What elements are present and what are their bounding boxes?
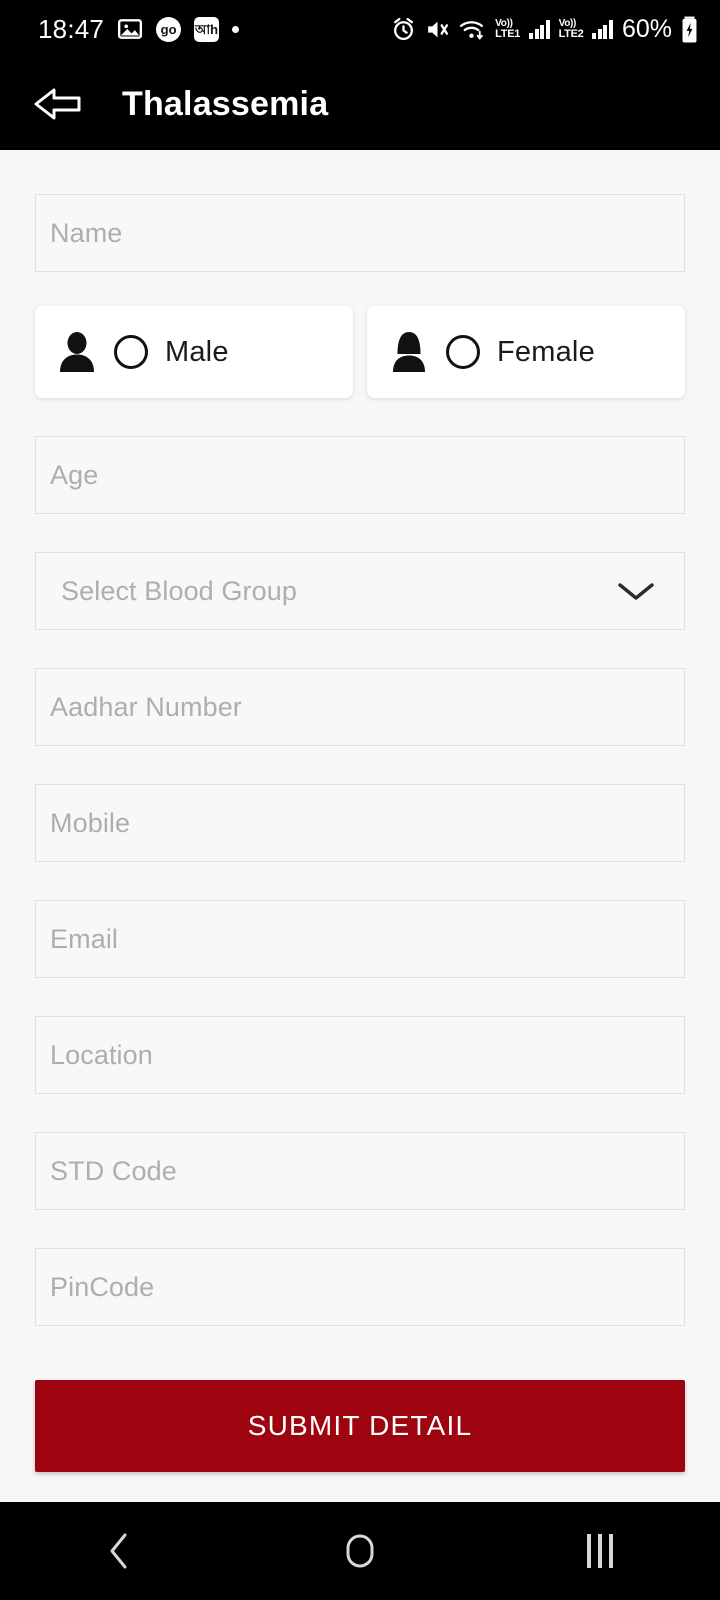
gender-option-female[interactable]: Female [367, 306, 685, 398]
age-placeholder: Age [50, 459, 99, 490]
android-navigation-bar [0, 1502, 720, 1600]
aadhar-number-field[interactable]: Aadhar Number [35, 668, 685, 746]
mute-icon [425, 17, 450, 42]
status-bar: 18:47 go আh Vo)) LTE1 Vo)) LTE2 60% [0, 0, 720, 58]
chevron-down-icon[interactable] [614, 577, 658, 605]
form-content: Name Male Female Age Select Blood Group … [0, 150, 720, 1502]
gender-selector: Male Female [35, 306, 685, 398]
nav-back-icon[interactable] [50, 1502, 190, 1600]
volte2-bottom-label: LTE2 [558, 27, 584, 40]
volte2-top-label: Vo)) [558, 17, 577, 29]
nav-recents-icon[interactable] [530, 1502, 670, 1600]
submit-detail-button[interactable]: SUBMIT DETAIL [35, 1380, 685, 1472]
volte2-icon: Vo)) LTE2 [558, 17, 584, 40]
wifi-icon [459, 17, 486, 42]
pincode-placeholder: PinCode [50, 1271, 155, 1302]
alarm-icon [391, 17, 416, 42]
submit-button-container: SUBMIT DETAIL [35, 1380, 685, 1502]
gender-option-male[interactable]: Male [35, 306, 353, 398]
male-radio-button[interactable] [114, 335, 148, 369]
male-label: Male [165, 335, 229, 368]
volte1-top-label: Vo)) [495, 17, 513, 29]
gallery-icon [117, 16, 143, 42]
back-arrow-icon[interactable] [30, 80, 86, 128]
aadhar-number-placeholder: Aadhar Number [50, 691, 242, 722]
battery-charging-icon [681, 16, 698, 43]
status-bar-right: Vo)) LTE1 Vo)) LTE2 60% [391, 15, 698, 44]
female-person-icon [389, 330, 429, 374]
battery-percentage: 60% [621, 14, 672, 43]
female-label: Female [497, 335, 595, 368]
phone-screen: 18:47 go আh Vo)) LTE1 Vo)) LTE2 60% Thal… [0, 0, 720, 1600]
std-code-field[interactable]: STD Code [35, 1132, 685, 1210]
dot-icon [232, 25, 240, 33]
location-placeholder: Location [50, 1039, 153, 1070]
app-bar: Thalassemia [0, 58, 720, 150]
std-code-placeholder: STD Code [50, 1155, 177, 1186]
blood-group-placeholder: Select Blood Group [61, 575, 297, 606]
status-bar-left: 18:47 go আh [38, 13, 240, 45]
mobile-field[interactable]: Mobile [35, 784, 685, 862]
dh-app-icon: আh [194, 16, 220, 42]
nav-home-icon[interactable] [290, 1502, 430, 1600]
email-placeholder: Email [50, 923, 119, 954]
signal-bars-sim1-icon [529, 19, 550, 39]
go-app-icon: go [156, 16, 182, 42]
blood-group-select[interactable]: Select Blood Group [35, 552, 685, 630]
female-radio-button[interactable] [446, 335, 480, 369]
name-placeholder: Name [50, 217, 123, 248]
email-field[interactable]: Email [35, 900, 685, 978]
male-person-icon [57, 330, 97, 374]
volte1-icon: Vo)) LTE1 [495, 17, 521, 40]
pincode-field[interactable]: PinCode [35, 1248, 685, 1326]
status-clock: 18:47 [38, 13, 105, 44]
name-field[interactable]: Name [35, 194, 685, 272]
signal-bars-sim2-icon [592, 19, 613, 39]
volte1-bottom-label: LTE1 [495, 27, 521, 40]
page-title: Thalassemia [122, 84, 329, 123]
age-field[interactable]: Age [35, 436, 685, 514]
mobile-placeholder: Mobile [50, 807, 131, 838]
location-field[interactable]: Location [35, 1016, 685, 1094]
